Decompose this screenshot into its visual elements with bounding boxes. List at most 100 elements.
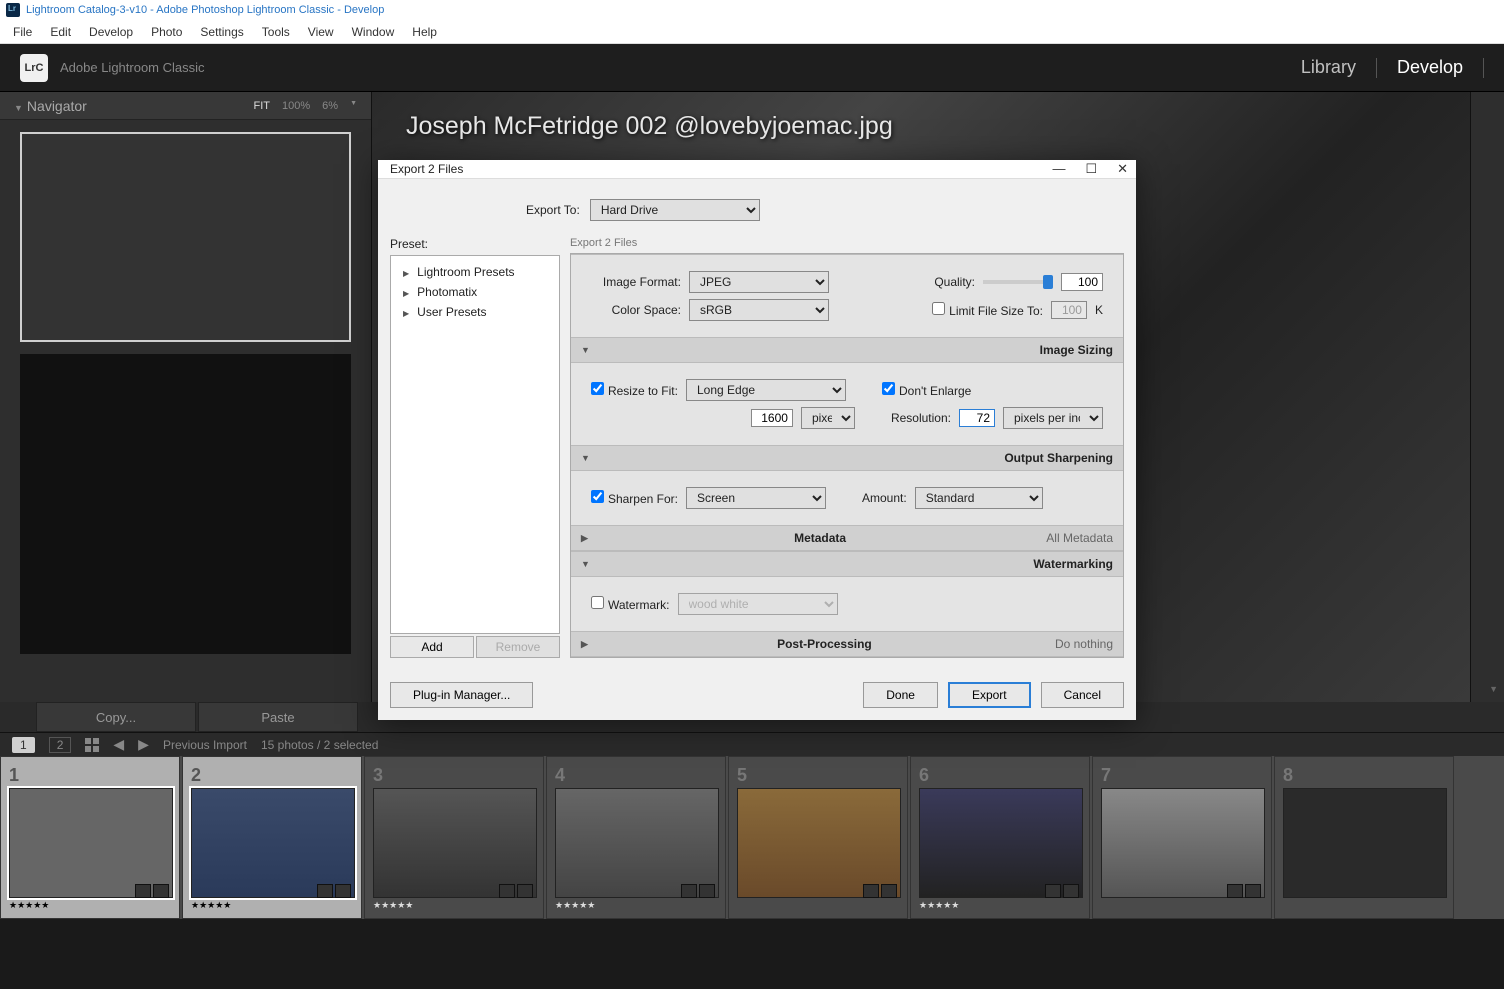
module-develop[interactable]: Develop: [1397, 57, 1463, 78]
size-input[interactable]: [751, 409, 793, 427]
cancel-button[interactable]: Cancel: [1041, 682, 1124, 708]
preset-photomatix[interactable]: Photomatix: [397, 282, 553, 302]
window-title: Lightroom Catalog-3-v10 - Adobe Photosho…: [26, 4, 384, 16]
paste-button[interactable]: Paste: [198, 702, 358, 732]
right-panel-collapsed[interactable]: ▼: [1470, 92, 1504, 702]
navigator-preview[interactable]: [20, 132, 351, 342]
menu-view[interactable]: View: [299, 22, 343, 42]
badge-icon[interactable]: [335, 884, 351, 898]
thumb-image: [9, 788, 173, 898]
grid-icon[interactable]: [85, 738, 99, 752]
thumb-number: 4: [555, 765, 717, 786]
badge-icon[interactable]: [499, 884, 515, 898]
remove-preset-button: Remove: [476, 636, 560, 658]
quality-input[interactable]: [1061, 273, 1103, 291]
menu-photo[interactable]: Photo: [142, 22, 191, 42]
close-icon[interactable]: ✕: [1117, 161, 1128, 177]
zoom-100[interactable]: 100%: [282, 100, 310, 112]
limit-size-checkbox[interactable]: Limit File Size To:: [932, 302, 1043, 318]
view-secondary[interactable]: 2: [49, 737, 72, 753]
resolution-unit-select[interactable]: pixels per inch: [1003, 407, 1103, 429]
watermark-checkbox[interactable]: Watermark:: [591, 596, 670, 612]
add-preset-button[interactable]: Add: [390, 636, 474, 658]
thumbnail[interactable]: 2 ★★★★★: [182, 756, 362, 919]
badge-icon[interactable]: [699, 884, 715, 898]
zoom-dropdown-icon[interactable]: ▼: [350, 100, 357, 112]
expand-icon[interactable]: ▼: [1489, 684, 1498, 694]
sharpen-for-select[interactable]: Screen: [686, 487, 826, 509]
window-titlebar: Lightroom Catalog-3-v10 - Adobe Photosho…: [0, 0, 1504, 20]
thumb-image: [919, 788, 1083, 898]
thumbnail[interactable]: 6 ★★★★★: [910, 756, 1090, 919]
resize-checkbox[interactable]: Resize to Fit:: [591, 382, 678, 398]
thumbnail[interactable]: 5: [728, 756, 908, 919]
zoom-custom[interactable]: 6%: [322, 100, 338, 112]
source-label[interactable]: Previous Import: [163, 738, 247, 752]
dont-enlarge-checkbox[interactable]: Don't Enlarge: [882, 382, 971, 398]
section-image-sizing[interactable]: Image Sizing: [571, 337, 1123, 363]
section-metadata[interactable]: MetadataAll Metadata: [571, 525, 1123, 551]
copy-button[interactable]: Copy...: [36, 702, 196, 732]
image-format-select[interactable]: JPEG: [689, 271, 829, 293]
export-button[interactable]: Export: [948, 682, 1031, 708]
menu-tools[interactable]: Tools: [253, 22, 299, 42]
resolution-input[interactable]: [959, 409, 995, 427]
badge-icon[interactable]: [1245, 884, 1261, 898]
disclosure-icon: ▼: [14, 103, 23, 113]
section-post-processing[interactable]: Post-ProcessingDo nothing: [571, 631, 1123, 657]
forward-icon[interactable]: ▶: [138, 736, 149, 753]
done-button[interactable]: Done: [863, 682, 938, 708]
thumbnail[interactable]: 4 ★★★★★: [546, 756, 726, 919]
thumbnail[interactable]: 8: [1274, 756, 1454, 919]
zoom-fit[interactable]: FIT: [254, 100, 271, 112]
preset-lightroom[interactable]: Lightroom Presets: [397, 262, 553, 282]
sharpen-checkbox[interactable]: Sharpen For:: [591, 490, 678, 506]
thumb-rating: ★★★★★: [191, 900, 353, 911]
section-output-sharpening[interactable]: Output Sharpening: [571, 445, 1123, 471]
maximize-icon[interactable]: ☐: [1085, 161, 1097, 177]
thumbnail[interactable]: 7: [1092, 756, 1272, 919]
module-library[interactable]: Library: [1301, 57, 1356, 78]
color-space-select[interactable]: sRGB: [689, 299, 829, 321]
preset-list[interactable]: Lightroom Presets Photomatix User Preset…: [390, 255, 560, 634]
menu-settings[interactable]: Settings: [191, 22, 252, 42]
minimize-icon[interactable]: —: [1052, 161, 1065, 177]
badge-icon[interactable]: [1045, 884, 1061, 898]
dialog-titlebar[interactable]: Export 2 Files — ☐ ✕: [378, 160, 1136, 179]
badge-icon[interactable]: [1063, 884, 1079, 898]
view-primary[interactable]: 1: [12, 737, 35, 753]
section-watermarking[interactable]: Watermarking: [571, 551, 1123, 577]
plugin-manager-button[interactable]: Plug-in Manager...: [390, 682, 533, 708]
thumb-image: [373, 788, 537, 898]
thumb-image: [191, 788, 355, 898]
navigator-header[interactable]: ▼Navigator FIT 100% 6% ▼: [0, 92, 371, 120]
filmstrip[interactable]: 1 ★★★★★ 2 ★★★★★ 3 ★★★★★ 4 ★★★★★ 5 6 ★★★★…: [0, 756, 1504, 919]
thumb-rating: ★★★★★: [919, 900, 1081, 911]
export-settings[interactable]: Image Format: JPEG Quality: Color Space:…: [570, 253, 1124, 658]
badge-icon[interactable]: [863, 884, 879, 898]
menu-edit[interactable]: Edit: [41, 22, 80, 42]
menu-develop[interactable]: Develop: [80, 22, 142, 42]
thumbnail[interactable]: 3 ★★★★★: [364, 756, 544, 919]
badge-icon[interactable]: [517, 884, 533, 898]
badge-icon[interactable]: [153, 884, 169, 898]
thumb-number: 8: [1283, 765, 1445, 786]
menu-help[interactable]: Help: [403, 22, 446, 42]
divider: [1483, 58, 1484, 78]
badge-icon[interactable]: [317, 884, 333, 898]
badge-icon[interactable]: [881, 884, 897, 898]
preset-user[interactable]: User Presets: [397, 302, 553, 322]
badge-icon[interactable]: [135, 884, 151, 898]
menu-window[interactable]: Window: [343, 22, 404, 42]
quality-slider[interactable]: [983, 280, 1053, 284]
size-unit-select[interactable]: pixels: [801, 407, 855, 429]
color-space-label: Color Space:: [591, 303, 681, 317]
menu-file[interactable]: File: [4, 22, 41, 42]
badge-icon[interactable]: [1227, 884, 1243, 898]
back-icon[interactable]: ◀: [113, 736, 124, 753]
badge-icon[interactable]: [681, 884, 697, 898]
resize-mode-select[interactable]: Long Edge: [686, 379, 846, 401]
sharpen-amount-select[interactable]: Standard: [915, 487, 1043, 509]
thumbnail[interactable]: 1 ★★★★★: [0, 756, 180, 919]
export-to-select[interactable]: Hard Drive: [590, 199, 760, 221]
